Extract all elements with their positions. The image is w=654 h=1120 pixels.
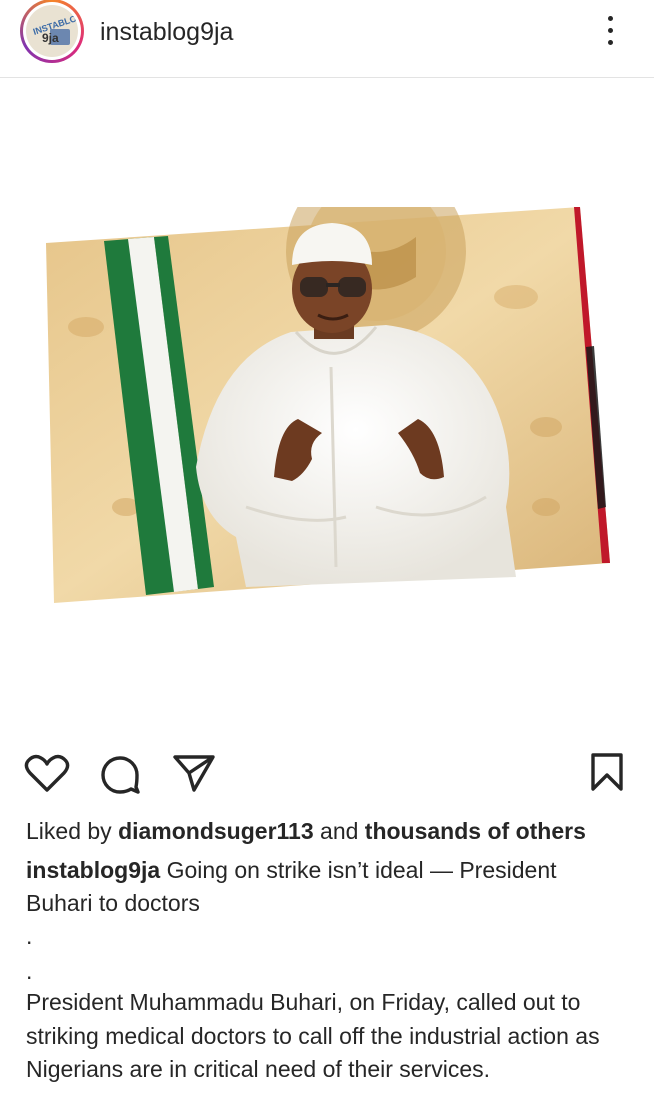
comment-icon[interactable] <box>100 754 142 794</box>
likes-prefix: Liked by <box>26 818 119 844</box>
avatar-logo: INSTABLOG 9ja <box>26 5 78 57</box>
bookmark-icon[interactable] <box>590 752 624 792</box>
heart-icon[interactable] <box>24 754 70 794</box>
send-icon[interactable] <box>172 753 216 793</box>
post-header: INSTABLOG 9ja instablog9ja <box>0 0 654 78</box>
likes-middle: and <box>313 818 365 844</box>
liked-by-others[interactable]: thousands of others <box>365 818 586 844</box>
avatar-logo-subtext: 9ja <box>42 31 59 45</box>
caption-dot: . <box>26 958 33 984</box>
likes-summary[interactable]: Liked by diamondsuger113 and thousands o… <box>26 817 586 845</box>
caption-body: President Muhammadu Buhari, on Friday, c… <box>26 989 600 1082</box>
liked-by-user[interactable]: diamondsuger113 <box>118 818 314 844</box>
caption-dot: . <box>26 923 33 949</box>
more-options-icon[interactable] <box>602 14 618 48</box>
avatar[interactable]: INSTABLOG 9ja <box>20 0 84 63</box>
caption: instablog9ja Going on strike isn’t ideal… <box>26 854 626 920</box>
caption-username[interactable]: instablog9ja <box>26 857 160 883</box>
username[interactable]: instablog9ja <box>100 18 233 46</box>
post-photo[interactable] <box>46 207 610 603</box>
